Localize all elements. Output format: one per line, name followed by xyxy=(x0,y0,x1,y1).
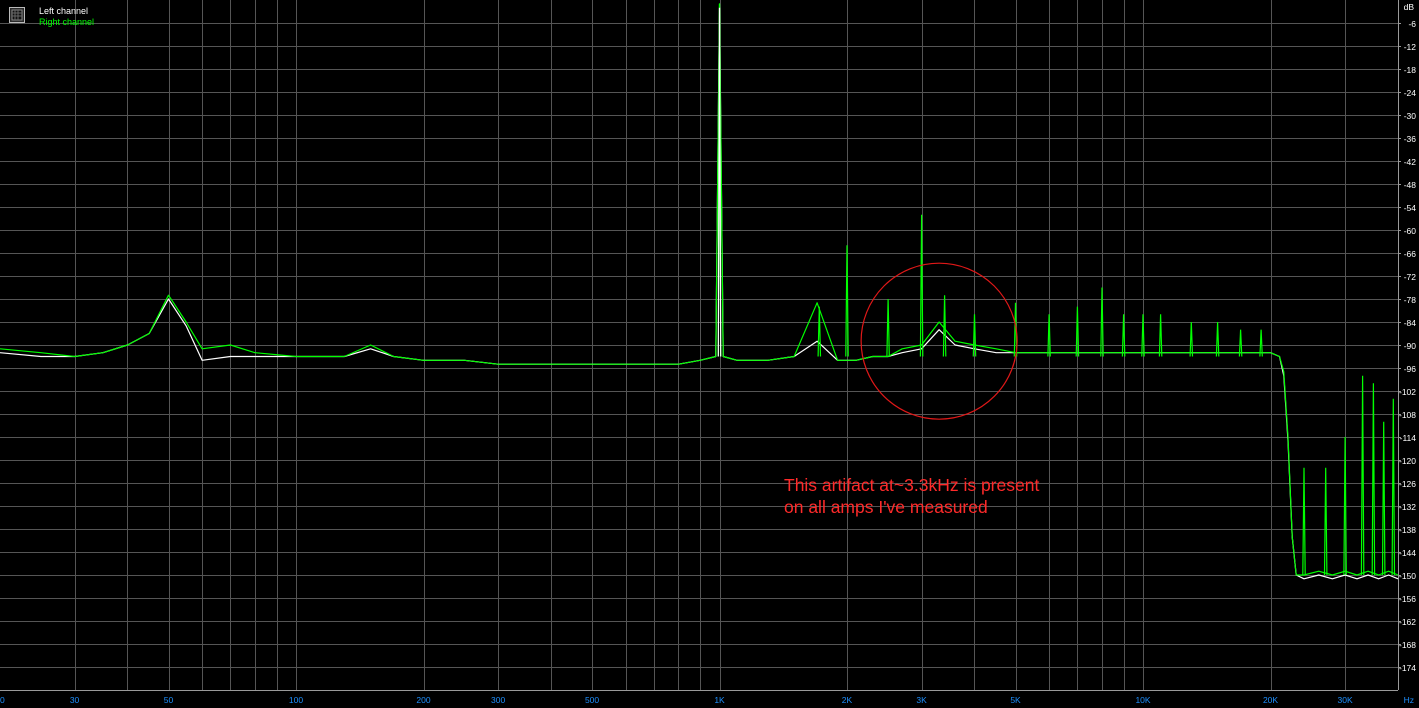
x-tick-label: 1K xyxy=(714,695,725,705)
x-tick-label: 10K xyxy=(1135,695,1150,705)
y-tick-label: -90 xyxy=(1404,341,1417,351)
y-tick-label: -162 xyxy=(1399,617,1416,627)
x-tick-label: 200 xyxy=(416,695,430,705)
x-tick-label: 3K xyxy=(916,695,927,705)
y-tick-label: -84 xyxy=(1404,318,1417,328)
annotation-line-2: on all amps I've measured xyxy=(784,497,988,517)
plot-background xyxy=(0,0,1419,708)
y-tick-label: -126 xyxy=(1399,479,1416,489)
y-tick-label: -96 xyxy=(1404,364,1417,374)
y-tick-label: -42 xyxy=(1404,157,1417,167)
x-tick-label: 2K xyxy=(842,695,853,705)
y-tick-label: -30 xyxy=(1404,111,1417,121)
y-tick-label: -168 xyxy=(1399,640,1416,650)
y-tick-label: -72 xyxy=(1404,272,1417,282)
y-tick-label: -132 xyxy=(1399,502,1416,512)
x-tick-label: 20 xyxy=(0,695,5,705)
y-tick-label: -156 xyxy=(1399,594,1416,604)
x-tick-label: 20K xyxy=(1263,695,1278,705)
annotation-text: This artifact at~3.3kHz is present on al… xyxy=(784,474,1039,518)
y-tick-label: -54 xyxy=(1404,203,1417,213)
y-tick-label: -174 xyxy=(1399,663,1416,673)
spectrum-icon[interactable] xyxy=(9,7,25,23)
y-tick-label: -36 xyxy=(1404,134,1417,144)
legend-entry-left: Left channel xyxy=(39,6,89,16)
y-tick-label: -114 xyxy=(1400,433,1417,443)
y-tick-label: -24 xyxy=(1404,88,1417,98)
y-tick-label: -102 xyxy=(1399,387,1416,397)
spectrum-plot: -6 -12 -18 -24 -30 -36 -42 -48 -54 -60 -66 -72 -78 -8… xyxy=(0,0,1419,708)
y-unit-label: dB xyxy=(1404,2,1415,12)
y-tick-label: -144 xyxy=(1399,548,1416,558)
x-tick-label: 100 xyxy=(289,695,303,705)
x-tick-label: 5K xyxy=(1010,695,1021,705)
y-tick-label: -66 xyxy=(1404,249,1417,259)
x-unit-label: Hz xyxy=(1404,695,1414,705)
y-tick-label: -120 xyxy=(1399,456,1416,466)
x-tick-label: 300 xyxy=(491,695,505,705)
y-tick-label: -6 xyxy=(1408,19,1416,29)
y-tick-label: -48 xyxy=(1404,180,1417,190)
legend-entry-right: Right channel xyxy=(39,17,95,27)
x-tick-label: 30K xyxy=(1338,695,1353,705)
y-tick-label: -108 xyxy=(1399,410,1416,420)
y-tick-label: -138 xyxy=(1399,525,1416,535)
annotation-line-1: This artifact at~3.3kHz is present xyxy=(784,475,1040,495)
y-tick-label: -78 xyxy=(1404,295,1417,305)
x-tick-label: 30 xyxy=(70,695,80,705)
y-tick-label: -18 xyxy=(1404,65,1417,75)
y-tick-label: -60 xyxy=(1404,226,1417,236)
y-tick-label: -12 xyxy=(1404,42,1417,52)
y-tick-label: -150 xyxy=(1399,571,1416,581)
x-tick-label: 500 xyxy=(585,695,599,705)
x-tick-label: 50 xyxy=(164,695,174,705)
